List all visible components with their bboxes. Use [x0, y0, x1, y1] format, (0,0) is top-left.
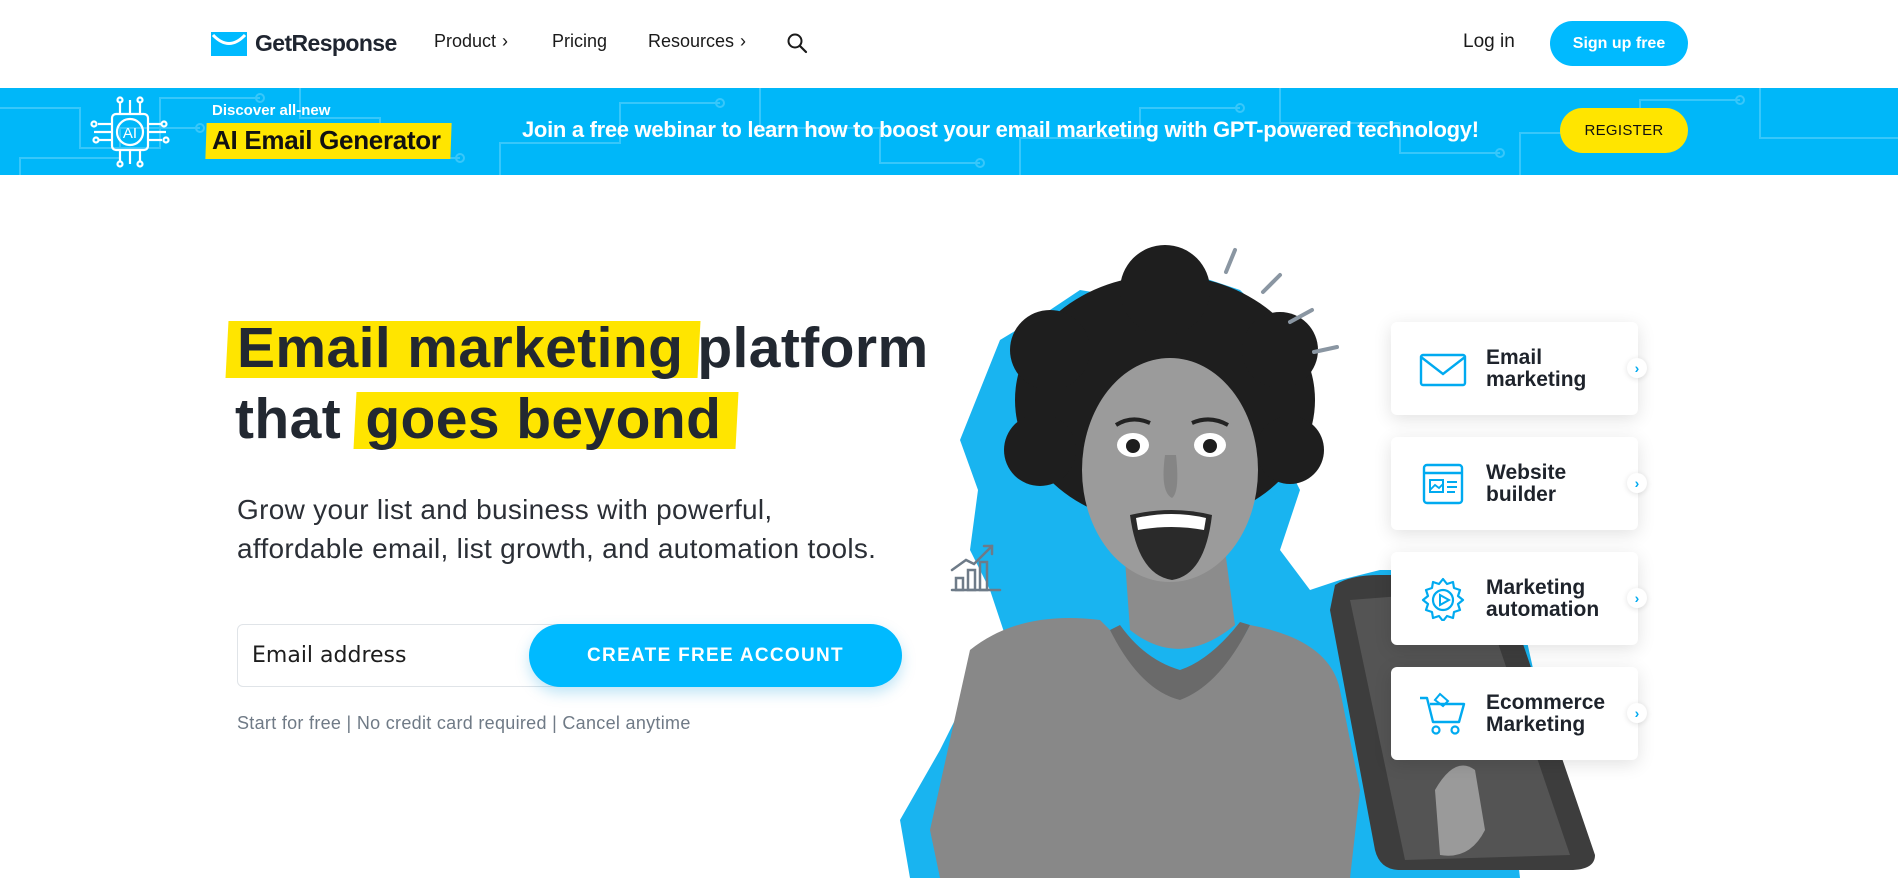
chevron-right-icon[interactable]: ›: [1627, 473, 1647, 493]
feature-label-line-2: Marketing: [1486, 712, 1586, 736]
nav-resources-label: Resources: [648, 31, 735, 51]
feature-label: Marketing automation: [1486, 575, 1626, 621]
growth-chart-icon: [950, 544, 1002, 592]
feature-label-line-1: Marketing: [1486, 575, 1586, 599]
register-button[interactable]: REGISTER: [1560, 108, 1688, 153]
banner-product-title: AI Email Generator: [212, 125, 441, 155]
nav-pricing-label: Pricing: [552, 31, 608, 51]
ai-chip-label: AI: [123, 125, 137, 142]
search-icon[interactable]: [786, 32, 808, 54]
getresponse-logo[interactable]: GetResponse: [211, 30, 397, 57]
feature-label-line-2: marketing: [1486, 367, 1587, 391]
banner-message: Join a free webinar to learn how to boos…: [522, 117, 1479, 142]
signup-note: Start for free | No credit card required…: [237, 713, 691, 733]
create-account-button[interactable]: CREATE FREE ACCOUNT: [529, 624, 902, 687]
envelope-icon: [1419, 353, 1467, 386]
headline-text-platform: platform: [697, 316, 929, 380]
website-icon: [1422, 463, 1464, 504]
headline-highlight-1: Email marketing: [235, 313, 697, 384]
gear-play-icon: [1421, 577, 1465, 621]
banner-product-highlight: AI Email Generator: [205, 123, 452, 159]
headline-highlight-2: goes beyond: [363, 384, 735, 455]
nav-pricing[interactable]: Pricing: [552, 31, 607, 52]
promo-banner[interactable]: AI Discover all-new AI Email Generator J…: [0, 88, 1898, 175]
logo-text: GetResponse: [255, 30, 397, 56]
login-link[interactable]: Log in: [1463, 31, 1515, 53]
hero-headline: Email marketing platform that goes beyond: [235, 313, 929, 455]
headline-line-2: that goes beyond: [235, 384, 929, 455]
feature-label-line-1: Website: [1486, 460, 1567, 484]
top-navigation: GetResponse Product › Pricing Resources …: [0, 0, 1898, 88]
nav-product-label: Product: [434, 31, 497, 51]
feature-card-website-builder[interactable]: Website builder ›: [1391, 437, 1647, 530]
feature-label-line-1: Ecommerce: [1486, 690, 1606, 714]
feature-label: Ecommerce Marketing: [1486, 690, 1626, 736]
feature-card-marketing-automation[interactable]: Marketing automation ›: [1391, 552, 1647, 645]
headline-line-1: Email marketing platform: [235, 313, 929, 384]
feature-card-email-marketing[interactable]: Email marketing ›: [1391, 322, 1647, 415]
feature-label-line-2: builder: [1486, 482, 1557, 506]
chevron-right-icon[interactable]: ›: [1627, 358, 1647, 378]
feature-label: Website builder: [1486, 460, 1626, 506]
chevron-right-icon: ›: [740, 31, 747, 51]
headline-text-that: that: [235, 387, 342, 451]
nav-resources[interactable]: Resources ›: [648, 31, 746, 52]
feature-label: Email marketing: [1486, 345, 1626, 391]
nav-product[interactable]: Product ›: [434, 31, 508, 52]
chevron-right-icon: ›: [502, 31, 509, 51]
cart-icon: [1420, 692, 1466, 735]
hero-subtext: Grow your list and business with powerfu…: [237, 490, 977, 568]
chevron-right-icon[interactable]: ›: [1627, 703, 1647, 723]
signup-button[interactable]: Sign up free: [1550, 21, 1688, 66]
ai-chip-icon: AI: [90, 96, 170, 168]
feature-label-line-1: Email: [1486, 345, 1543, 369]
hero-subtext-line-2: affordable email, list growth, and autom…: [237, 533, 877, 564]
feature-label-line-2: automation: [1486, 597, 1600, 621]
chevron-right-icon[interactable]: ›: [1627, 588, 1647, 608]
hero-subtext-line-1: Grow your list and business with powerfu…: [237, 494, 773, 525]
banner-discover-text: Discover all-new: [212, 102, 331, 119]
email-input[interactable]: Email address: [237, 624, 567, 687]
logo-envelope-icon: [211, 31, 247, 56]
feature-card-ecommerce-marketing[interactable]: Ecommerce Marketing ›: [1391, 667, 1647, 760]
